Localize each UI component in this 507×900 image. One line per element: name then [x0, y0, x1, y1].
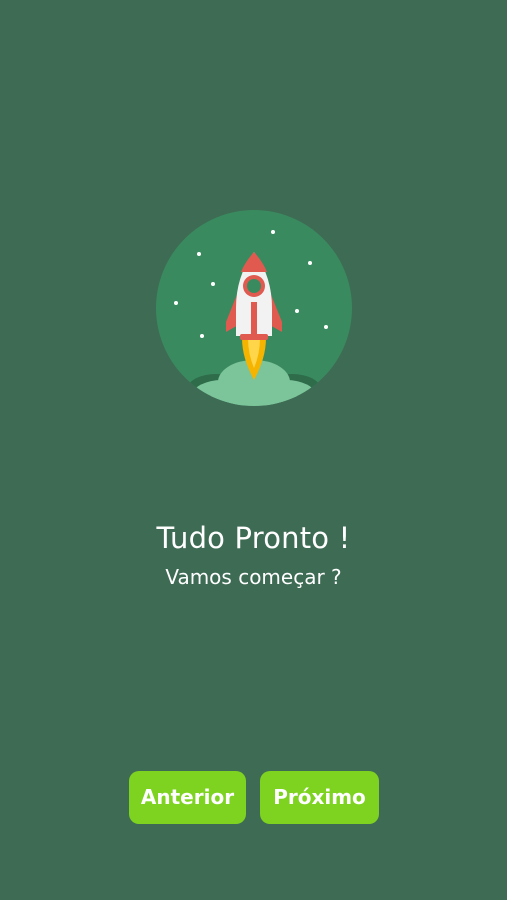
previous-button[interactable]: Anterior [129, 771, 246, 824]
next-button[interactable]: Próximo [260, 771, 379, 824]
rocket-launch-icon [156, 210, 352, 406]
onboarding-screen: Tudo Pronto ! Vamos começar ? Anterior P… [0, 0, 507, 900]
rocket-illustration [156, 210, 352, 406]
page-title: Tudo Pronto ! [156, 521, 351, 555]
page-subtitle: Vamos começar ? [165, 565, 342, 589]
